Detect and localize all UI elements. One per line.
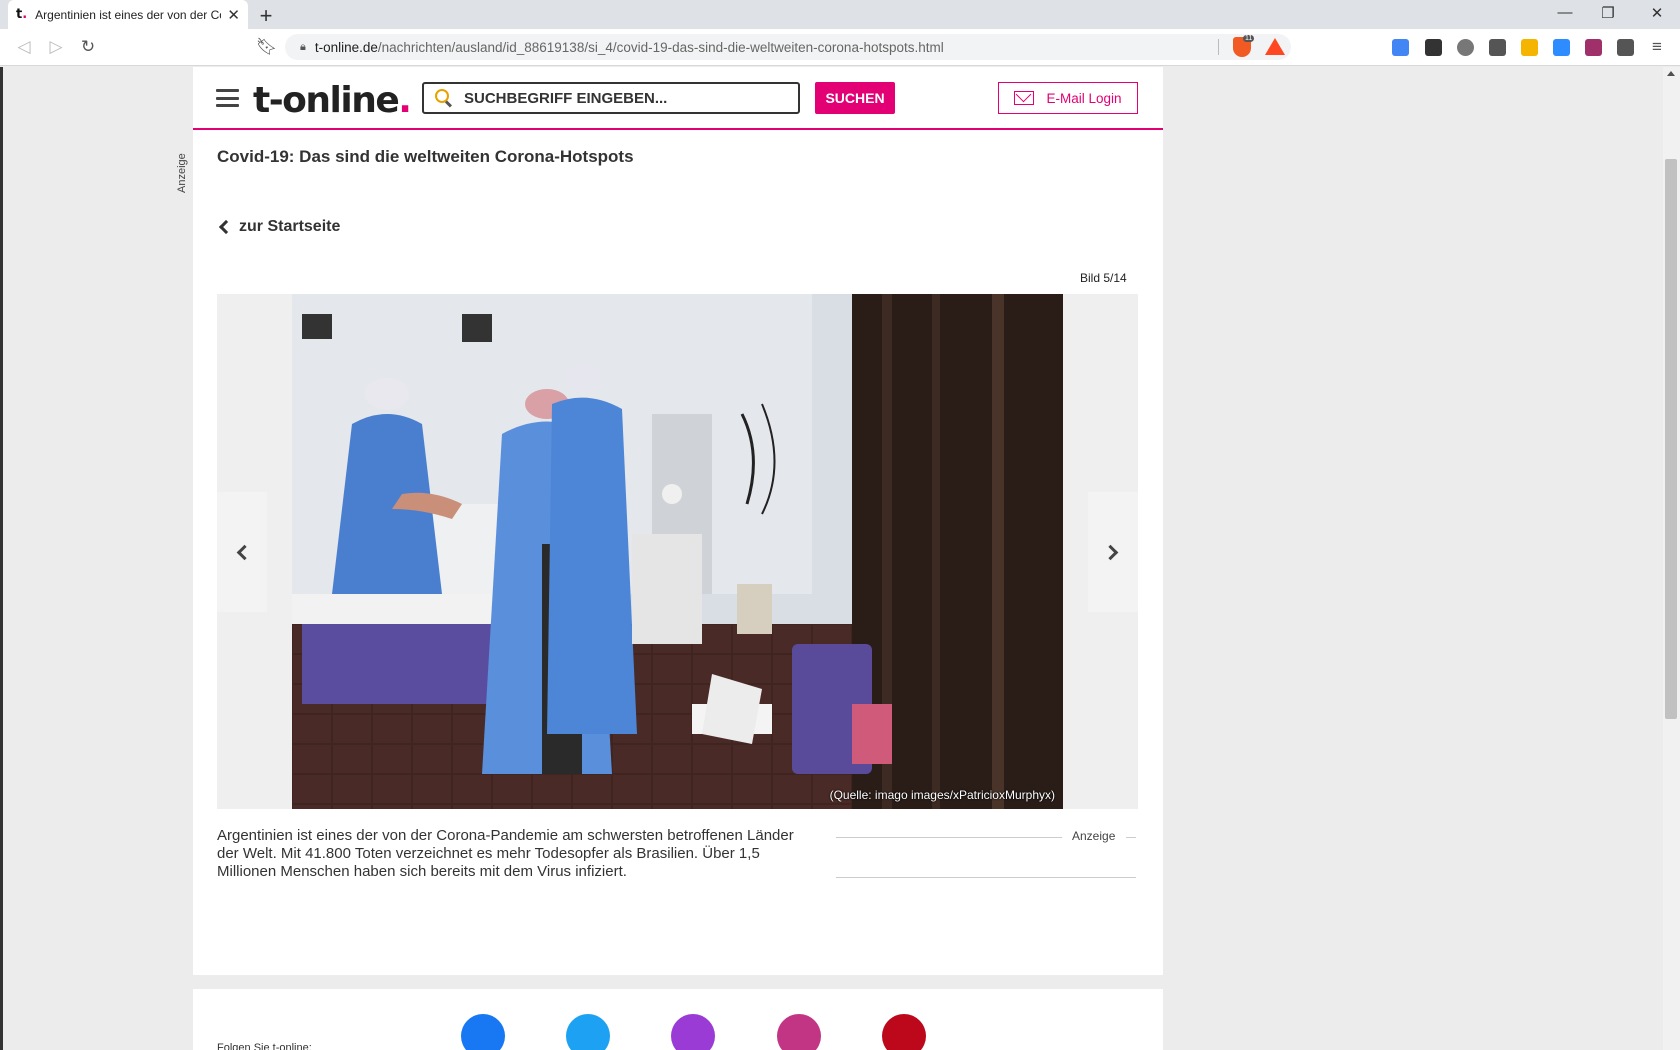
ad-divider-right <box>1126 837 1136 838</box>
refresh-extension-icon[interactable] <box>1457 39 1474 56</box>
url-separator <box>1218 39 1219 55</box>
forward-icon[interactable]: ▷ <box>46 37 66 57</box>
browser-tabbar: t. Argentinien ist eines der von der Cor… <box>0 0 1680 29</box>
logo-text: t-online <box>253 80 400 121</box>
home-extension-icon[interactable] <box>1521 39 1538 56</box>
pinterest-icon[interactable] <box>882 1014 926 1050</box>
page-scrollbar[interactable] <box>1663 67 1680 1050</box>
t-online-logo[interactable]: t-online. <box>253 80 412 121</box>
brave-shields-count: 11 <box>1243 35 1255 42</box>
lock-icon[interactable]: 🔒︎ <box>300 41 306 54</box>
next-image-button[interactable] <box>1088 492 1138 612</box>
scrollbar-thumb[interactable] <box>1665 159 1677 719</box>
logo-dot: . <box>398 80 412 121</box>
previous-image-button[interactable] <box>217 492 267 612</box>
t-online-favicon-icon: t. <box>16 7 28 22</box>
menu-icon[interactable]: ≡ <box>1647 37 1667 57</box>
new-tab-icon[interactable]: + <box>254 3 278 29</box>
follow-label: Folgen Sie t-online: <box>217 1042 312 1050</box>
browser-tab[interactable]: t. Argentinien ist eines der von der Cor… <box>8 0 248 29</box>
image-counter: Bild 5/14 <box>1080 271 1127 285</box>
content-container: t-online. SUCHEN E-Mail Login Covid-19: … <box>193 67 1163 975</box>
back-link-label: zur Startseite <box>239 218 341 235</box>
scroll-up-icon[interactable] <box>1667 71 1675 76</box>
email-login-label: E-Mail Login <box>1046 90 1122 106</box>
url-path: /nachrichten/ausland/id_88619138/si_4/co… <box>377 39 944 55</box>
ad-label: Anzeige <box>1072 829 1116 843</box>
restore-icon[interactable]: ❐ <box>1593 4 1623 22</box>
browser-toolbar: ◁ ▷ ↻ 🔖︎ 🔒︎ t-online.de/nachrichten/ausl… <box>0 29 1680 66</box>
image-caption: Argentinien ist eines der von der Corona… <box>217 827 794 880</box>
chevron-left-icon <box>236 544 253 560</box>
chevron-right-icon <box>1102 544 1119 560</box>
hamburger-menu-icon[interactable] <box>216 89 239 107</box>
brave-rewards-icon[interactable] <box>1265 38 1285 55</box>
twitter-icon[interactable] <box>566 1014 610 1050</box>
tab-title: Argentinien ist eines der von der Corona… <box>35 7 221 22</box>
reload-icon[interactable]: ↻ <box>78 37 98 57</box>
article-title: Covid-19: Das sind die weltweiten Corona… <box>217 147 634 166</box>
ad-divider-bottom <box>836 877 1136 878</box>
search-box <box>422 82 800 114</box>
camera-extension-icon[interactable] <box>1489 39 1506 56</box>
close-tab-icon[interactable]: ✕ <box>227 6 240 24</box>
photo-source: (Quelle: imago images/xPatricioxMurphyx) <box>829 788 1055 802</box>
podcast-icon[interactable] <box>671 1014 715 1050</box>
search-input[interactable] <box>464 89 784 107</box>
side-ad-label-wrap: Anzeige <box>176 145 190 195</box>
site-footer: Folgen Sie t-online: <box>193 989 1163 1050</box>
left-edge <box>0 67 3 1050</box>
side-ad-label: Anzeige <box>176 153 188 193</box>
translate-extension-icon[interactable] <box>1392 39 1409 56</box>
gallery-photo: (Quelle: imago images/xPatricioxMurphyx) <box>292 294 1063 809</box>
ad-divider-left <box>836 837 1062 838</box>
minimize-icon[interactable]: — <box>1550 4 1580 21</box>
url-host: t-online.de <box>314 39 378 55</box>
facebook-icon[interactable] <box>461 1014 505 1050</box>
search-icon <box>434 88 454 108</box>
mail-icon <box>1014 91 1035 105</box>
email-login-button[interactable]: E-Mail Login <box>998 82 1138 114</box>
extensions-puzzle-icon[interactable] <box>1617 39 1634 56</box>
chevron-left-icon <box>218 219 234 235</box>
address-bar[interactable]: 🔒︎ t-online.de/nachrichten/ausland/id_88… <box>285 34 1291 60</box>
photo-gallery: (Quelle: imago images/xPatricioxMurphyx) <box>217 294 1138 809</box>
back-to-home-link[interactable]: zur Startseite <box>217 218 340 236</box>
ad-box: Anzeige <box>836 829 1136 879</box>
instagram-icon[interactable] <box>777 1014 821 1050</box>
zoom-extension-icon[interactable] <box>1553 39 1570 56</box>
close-window-icon[interactable]: ✕ <box>1642 4 1672 22</box>
back-icon[interactable]: ◁ <box>14 37 34 57</box>
news-extension-icon[interactable] <box>1425 39 1442 56</box>
site-header: t-online. SUCHEN E-Mail Login <box>193 67 1163 130</box>
search-button[interactable]: SUCHEN <box>815 82 895 114</box>
bookmark-icon[interactable]: 🔖︎ <box>256 37 278 57</box>
grid-extension-icon[interactable] <box>1585 39 1602 56</box>
